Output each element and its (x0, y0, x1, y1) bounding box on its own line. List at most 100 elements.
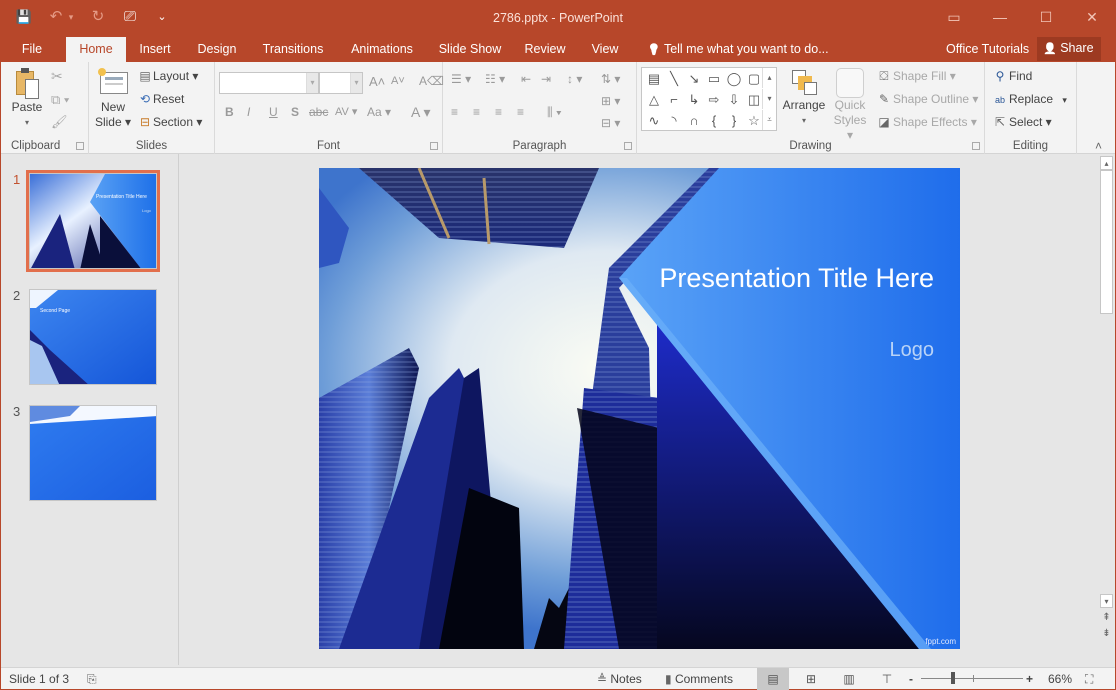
font-name-dropdown-icon[interactable]: ▾ (306, 73, 318, 93)
close-button[interactable]: ✕ (1069, 1, 1115, 33)
scroll-down-icon[interactable]: ▾ (1100, 594, 1113, 608)
bullets-button[interactable]: ☰ ▾ (451, 72, 471, 86)
previous-slide-icon[interactable]: ⇞ (1100, 612, 1113, 623)
slide-thumbnail-1[interactable]: Presentation Title Here Logo (26, 170, 160, 272)
vertical-scrollbar[interactable]: ▴ ▾ ⇞ ⇟ (1098, 154, 1115, 665)
tab-animations[interactable]: Animations (343, 37, 421, 62)
tab-file[interactable]: File (11, 37, 53, 62)
gallery-scroll-up-icon[interactable]: ▴ (762, 68, 776, 88)
font-size-dropdown-icon[interactable]: ▾ (350, 73, 362, 93)
convert-smartart-button[interactable]: ⊟ ▾ (601, 116, 620, 130)
character-spacing-button[interactable]: AV ▾ (335, 105, 357, 118)
zoom-slider-thumb[interactable] (950, 672, 955, 684)
align-right-button[interactable]: ≡ (495, 105, 502, 119)
account-name[interactable]: Office Tutorials (946, 37, 1029, 62)
shrink-font-button[interactable]: A˅ (391, 75, 405, 87)
shape-gallery-item[interactable]: ⇨ (704, 90, 724, 110)
text-direction-button[interactable]: ⇅ ▾ (601, 72, 620, 86)
shape-outline-button[interactable]: ✎ Shape Outline ▾ (875, 91, 978, 107)
quick-styles-button[interactable]: Quick Styles ▾ (829, 68, 871, 143)
shape-gallery-item[interactable]: ↳ (684, 90, 704, 110)
font-size-combo[interactable]: ▾ (319, 72, 363, 94)
reset-button[interactable]: ⟲ Reset (137, 91, 184, 107)
tab-home[interactable]: Home (66, 37, 126, 62)
tab-slide-show[interactable]: Slide Show (433, 37, 507, 62)
shape-gallery-item[interactable]: ⌐ (664, 90, 684, 110)
shape-gallery-item[interactable]: ╲ (664, 69, 684, 89)
decrease-indent-button[interactable]: ⇤ (521, 72, 531, 86)
layout-button[interactable]: ▤ Layout ▾ (137, 68, 198, 84)
cut-icon[interactable]: ✂ (51, 68, 63, 84)
select-button[interactable]: ⇱ Select ▾ (991, 114, 1052, 130)
tab-insert[interactable]: Insert (133, 37, 177, 62)
paste-button[interactable]: Paste ▾ (7, 68, 47, 130)
drawing-launcher-icon[interactable] (972, 142, 980, 150)
replace-button[interactable]: ab Replace ▾ (991, 91, 1067, 108)
scrollbar-thumb[interactable] (1100, 170, 1113, 314)
arrange-button[interactable]: Arrange ▾ (781, 68, 827, 128)
current-slide[interactable]: Presentation Title Here Logo fppt.com (319, 168, 960, 649)
strikethrough-button[interactable]: abc (309, 105, 328, 119)
zoom-in-button[interactable]: + (1026, 671, 1033, 687)
scroll-up-icon[interactable]: ▴ (1100, 156, 1113, 170)
shape-gallery-item[interactable]: ▢ (744, 69, 764, 89)
shape-gallery-item[interactable]: ∩ (684, 111, 704, 131)
increase-indent-button[interactable]: ⇥ (541, 72, 551, 86)
reading-view-button[interactable]: ▥ (833, 668, 865, 690)
shape-gallery-item[interactable]: △ (644, 90, 664, 110)
align-center-button[interactable]: ≡ (473, 105, 480, 119)
shape-gallery-item[interactable]: { (704, 111, 724, 131)
shape-gallery-item[interactable]: ⇩ (724, 90, 744, 110)
clear-formatting-button[interactable]: A⌫ (419, 74, 444, 88)
underline-button[interactable]: U (269, 105, 278, 119)
slide-title[interactable]: Presentation Title Here (659, 263, 934, 293)
paragraph-launcher-icon[interactable] (624, 142, 632, 150)
align-left-button[interactable]: ≡ (451, 105, 458, 119)
new-slide-button[interactable]: New Slide ▾ (93, 68, 133, 130)
normal-view-button[interactable]: ▤ (757, 668, 789, 690)
shape-gallery-item[interactable]: ∿ (644, 111, 664, 131)
tab-transitions[interactable]: Transitions (255, 37, 331, 62)
spell-check-icon[interactable]: ⎘ (87, 671, 97, 687)
slide-sorter-view-button[interactable]: ⊞ (795, 668, 827, 690)
gallery-more-icon[interactable]: ⩡ (762, 110, 776, 130)
copy-icon[interactable]: ⧉ ▾ (51, 92, 69, 108)
maximize-button[interactable]: ☐ (1023, 1, 1069, 33)
line-spacing-button[interactable]: ↕ ▾ (567, 72, 582, 86)
shape-fill-button[interactable]: ⛋ Shape Fill ▾ (875, 68, 955, 84)
text-shadow-button[interactable]: S (291, 105, 299, 119)
font-name-combo[interactable]: ▾ (219, 72, 319, 94)
find-button[interactable]: ⚲ Find (991, 68, 1033, 84)
next-slide-icon[interactable]: ⇟ (1100, 628, 1113, 639)
numbering-button[interactable]: ☷ ▾ (485, 72, 505, 86)
shape-gallery-item[interactable]: } (724, 111, 744, 131)
notes-button[interactable]: ≜ Notes (597, 671, 642, 687)
slide-thumbnail-3[interactable] (29, 405, 157, 501)
shape-gallery-item[interactable]: ◝ (664, 111, 684, 131)
slide-thumbnail-2[interactable]: Second Page (29, 289, 157, 385)
shape-gallery-item[interactable]: ↘ (684, 69, 704, 89)
tab-review[interactable]: Review (519, 37, 571, 62)
shape-effects-button[interactable]: ◪ Shape Effects ▾ (875, 114, 977, 130)
bold-button[interactable]: B (225, 105, 234, 119)
slide-logo-text[interactable]: Logo (890, 339, 935, 361)
fit-to-window-icon[interactable]: ⛶ (1085, 671, 1093, 687)
section-button[interactable]: ⊟ Section ▾ (137, 114, 202, 130)
clipboard-launcher-icon[interactable] (76, 142, 84, 150)
tell-me-search[interactable]: 💡 Tell me what you want to do... (647, 37, 829, 62)
align-text-button[interactable]: ⊞ ▾ (601, 94, 620, 108)
tab-design[interactable]: Design (191, 37, 243, 62)
zoom-out-button[interactable]: - (909, 671, 913, 687)
shape-gallery-item[interactable]: ◫ (744, 90, 764, 110)
zoom-slider-track[interactable] (921, 678, 1023, 679)
format-painter-icon[interactable]: 🖌 (51, 114, 68, 130)
font-launcher-icon[interactable] (430, 142, 438, 150)
share-button[interactable]: 👤 Share (1037, 37, 1101, 61)
shape-gallery-item[interactable]: ◯ (724, 69, 744, 89)
ribbon-display-options-icon[interactable]: ▭ (931, 1, 977, 33)
justify-button[interactable]: ≡ (517, 105, 524, 119)
zoom-level[interactable]: 66% (1048, 671, 1072, 687)
gallery-scroll-down-icon[interactable]: ▾ (762, 89, 776, 109)
slide-show-view-button[interactable]: ⊤ (871, 668, 903, 690)
minimize-button[interactable]: — (977, 1, 1023, 33)
